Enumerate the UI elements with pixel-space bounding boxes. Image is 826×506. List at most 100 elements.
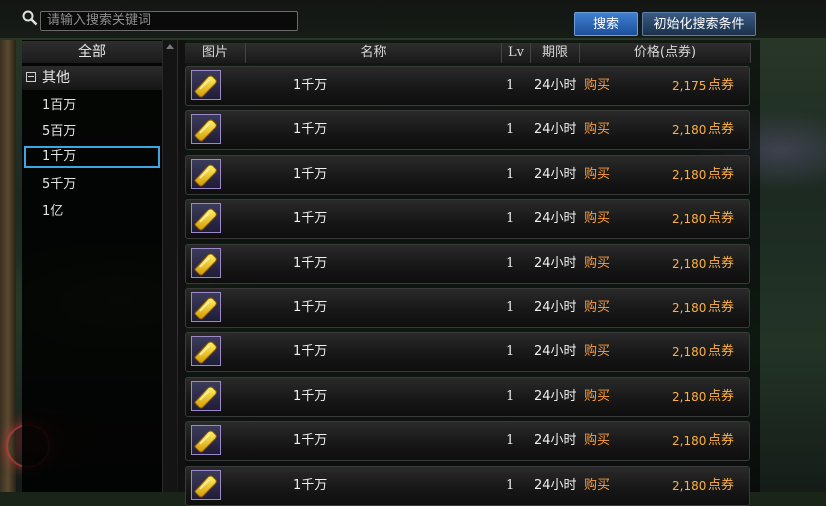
header-level[interactable]: Lv <box>502 43 531 63</box>
gold-bar-icon <box>191 292 221 322</box>
item-name: 1千万 <box>293 344 328 360</box>
table-row[interactable]: 1千万 1 24小时 购买 2,180 点券 <box>185 154 750 195</box>
item-period: 24小时 <box>534 344 577 360</box>
item-name: 1千万 <box>293 255 328 271</box>
item-period: 24小时 <box>534 477 577 493</box>
gold-bar-icon <box>191 336 221 367</box>
item-period: 24小时 <box>534 433 577 449</box>
item-level: 1 <box>506 477 515 493</box>
table-row[interactable]: 1千万 1 24小时 购买 2,180 点券 <box>185 376 750 417</box>
category-item-10m[interactable]: 1千万 <box>24 146 160 168</box>
category-item-50m[interactable]: 5千万 <box>24 174 160 196</box>
item-price: 2,180 <box>672 478 707 493</box>
category-all[interactable]: 全部 <box>22 41 162 63</box>
item-level: 1 <box>506 122 515 138</box>
gold-bar-icon <box>191 425 221 456</box>
table-row[interactable]: 1千万 1 24小时 购买 2,180 点券 <box>185 243 750 284</box>
gold-bar-icon <box>191 158 221 189</box>
buy-button[interactable]: 购买 <box>584 67 610 105</box>
item-level: 1 <box>506 300 515 315</box>
price-unit: 点券 <box>708 78 735 93</box>
price-unit: 点券 <box>708 255 735 271</box>
category-group-label: 其他 <box>42 70 70 86</box>
search-button[interactable]: 搜索 <box>574 12 638 36</box>
price-unit: 点券 <box>708 300 735 315</box>
search-input[interactable] <box>40 11 298 31</box>
header-image[interactable]: 图片 <box>185 43 246 63</box>
item-level: 1 <box>506 344 515 360</box>
item-price: 2,180 <box>672 167 707 182</box>
item-price: 2,175 <box>672 79 707 93</box>
header-price[interactable]: 价格(点券) <box>580 43 751 63</box>
buy-button[interactable]: 购买 <box>584 289 610 327</box>
category-item-5m[interactable]: 5百万 <box>24 121 160 143</box>
item-period: 24小时 <box>534 122 577 138</box>
item-price: 2,180 <box>672 256 707 271</box>
buy-button[interactable]: 购买 <box>584 378 610 416</box>
reset-search-button[interactable]: 初始化搜索条件 <box>642 12 756 36</box>
buy-button[interactable]: 购买 <box>584 111 610 149</box>
header-period[interactable]: 期限 <box>531 43 580 63</box>
buy-button[interactable]: 购买 <box>584 200 610 238</box>
item-price: 2,180 <box>672 212 707 227</box>
gold-bar-icon <box>191 203 221 234</box>
item-level: 1 <box>506 78 515 93</box>
item-price: 2,180 <box>672 123 707 138</box>
category-scrollbar[interactable] <box>162 40 177 492</box>
price-unit: 点券 <box>708 166 735 182</box>
item-name: 1千万 <box>293 388 328 404</box>
table-row[interactable]: 1千万 1 24小时 购买 2,180 点券 <box>185 288 750 328</box>
header-name[interactable]: 名称 <box>246 43 502 63</box>
price-unit: 点券 <box>708 477 735 493</box>
category-group-other[interactable]: 其他 <box>22 66 162 90</box>
item-period: 24小时 <box>534 78 577 93</box>
search-icon <box>22 10 38 26</box>
item-level: 1 <box>506 211 515 227</box>
price-unit: 点券 <box>708 122 735 138</box>
item-name: 1千万 <box>293 122 328 138</box>
price-unit: 点券 <box>708 211 735 227</box>
item-period: 24小时 <box>534 300 577 315</box>
gold-bar-icon <box>191 380 221 411</box>
item-level: 1 <box>506 388 515 404</box>
item-period: 24小时 <box>534 211 577 227</box>
item-period: 24小时 <box>534 255 577 271</box>
item-level: 1 <box>506 433 515 449</box>
price-unit: 点券 <box>708 388 735 404</box>
category-item-100m[interactable]: 1亿 <box>24 201 160 223</box>
item-level: 1 <box>506 166 515 182</box>
item-name: 1千万 <box>293 433 328 449</box>
item-price: 2,180 <box>672 345 707 360</box>
buy-button[interactable]: 购买 <box>584 245 610 283</box>
item-period: 24小时 <box>534 166 577 182</box>
buy-button[interactable]: 购买 <box>584 422 610 460</box>
item-period: 24小时 <box>534 388 577 404</box>
table-row[interactable]: 1千万 1 24小时 购买 2,180 点券 <box>185 332 750 373</box>
background-tree <box>0 40 16 492</box>
table-row[interactable]: 1千万 1 24小时 购买 2,180 点券 <box>185 110 750 151</box>
item-price: 2,180 <box>672 434 707 449</box>
item-name: 1千万 <box>293 211 328 227</box>
item-name: 1千万 <box>293 166 328 182</box>
table-row[interactable]: 1千万 1 24小时 购买 2,175 点券 <box>185 66 750 106</box>
buy-button[interactable]: 购买 <box>584 333 610 371</box>
table-row[interactable]: 1千万 1 24小时 购买 2,180 点券 <box>185 421 750 462</box>
table-row[interactable]: 1千万 1 24小时 购买 2,180 点券 <box>185 465 750 506</box>
category-item-1m[interactable]: 1百万 <box>24 95 160 117</box>
buy-button[interactable]: 购买 <box>584 156 610 194</box>
table-row[interactable]: 1千万 1 24小时 购买 2,180 点券 <box>185 199 750 240</box>
item-name: 1千万 <box>293 78 328 93</box>
item-level: 1 <box>506 255 515 271</box>
scroll-up-icon[interactable] <box>166 44 174 49</box>
gold-bar-icon <box>191 247 221 278</box>
gold-bar-icon <box>191 469 221 500</box>
item-price: 2,180 <box>672 301 707 315</box>
item-name: 1千万 <box>293 300 328 315</box>
item-name: 1千万 <box>293 477 328 493</box>
price-unit: 点券 <box>708 344 735 360</box>
search-bar: 搜索 初始化搜索条件 <box>0 0 826 38</box>
collapse-icon[interactable] <box>26 72 36 82</box>
gold-bar-icon <box>191 114 221 145</box>
buy-button[interactable]: 购买 <box>584 467 610 505</box>
item-price: 2,180 <box>672 389 707 404</box>
